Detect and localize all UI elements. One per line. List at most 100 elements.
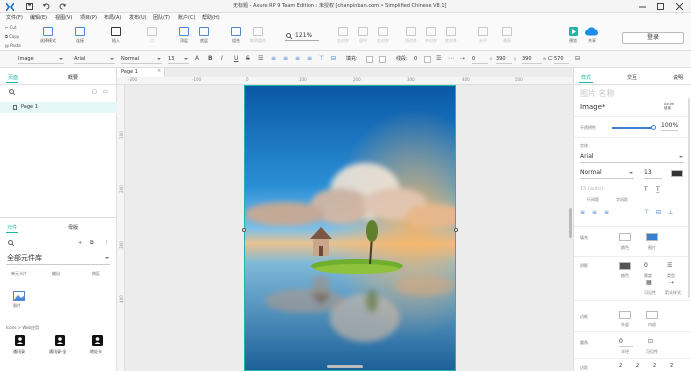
font-size-select[interactable]: 13 <box>168 55 189 64</box>
align-middle-button[interactable]: 中对齐 <box>421 26 441 46</box>
y-input[interactable]: 390 <box>496 55 512 64</box>
group-button[interactable]: 组合 <box>226 26 246 46</box>
bring-front-button[interactable]: 顶层 <box>174 26 194 46</box>
search-icon[interactable] <box>9 89 15 95</box>
justify-text-icon[interactable]: ≡ <box>307 55 312 63</box>
h-input[interactable]: 570 <box>554 55 569 64</box>
add-library-icon[interactable]: + <box>78 239 82 247</box>
valign-top-icon[interactable]: ⊤ <box>319 55 324 63</box>
stroke-color-swatch[interactable] <box>424 56 431 63</box>
paste-button[interactable]: ▤ Paste <box>5 44 21 48</box>
italic-icon[interactable]: I <box>221 55 223 63</box>
align-left-text-icon[interactable]: ≡ <box>271 55 276 63</box>
library-options-icon[interactable]: ⧉ <box>90 239 94 247</box>
fill-image-swatch[interactable] <box>646 233 658 241</box>
save-icon[interactable] <box>26 3 33 10</box>
valign-top-icon-right[interactable]: ⊤ <box>644 209 649 217</box>
font-style-select[interactable]: Normal <box>121 55 162 64</box>
align-center-text-icon[interactable]: ≡ <box>283 55 288 63</box>
tab-style[interactable]: 样式 <box>581 74 591 81</box>
shadow-type-icon[interactable]: ☰ <box>667 262 672 270</box>
close-icon[interactable] <box>676 3 683 10</box>
align-left-text-icon-right[interactable]: ≡ <box>580 209 585 217</box>
connect-button[interactable]: 连接 <box>70 26 90 46</box>
opacity-slider[interactable] <box>612 125 656 130</box>
undo-icon[interactable] <box>43 3 50 10</box>
widget-label[interactable]: 单元卡片 <box>11 272 27 276</box>
resize-handle-right[interactable] <box>454 228 458 232</box>
library-select[interactable]: 全部元件库 <box>6 254 110 265</box>
fill-color-swatch[interactable] <box>366 56 373 63</box>
add-folder-icon[interactable]: ▭ <box>103 88 108 96</box>
font-style-select-right[interactable]: Normal <box>580 169 634 179</box>
padding-top[interactable]: 2 <box>636 364 639 369</box>
radius-value[interactable]: 0 <box>619 339 633 347</box>
shadow-color-swatch[interactable] <box>619 262 631 270</box>
contact-full-widget[interactable]: 通讯录-全 <box>48 335 74 359</box>
select-mode-button[interactable]: 选择模式 <box>38 26 58 46</box>
align-right-text-icon-right[interactable]: ≡ <box>604 209 609 217</box>
stroke-pattern-icon[interactable]: ⋯ <box>448 55 454 63</box>
page-list-item[interactable]: Page 1 <box>0 102 117 113</box>
maximize-icon[interactable] <box>657 3 664 10</box>
font-color-swatch[interactable] <box>671 170 683 177</box>
radius-visibility-icon[interactable]: ⊡ <box>648 338 653 346</box>
menu-team[interactable]: 团队(T) <box>153 16 170 21</box>
copy-button[interactable]: ⧉ Copy <box>5 35 19 39</box>
distribute-v-button[interactable]: 垂直 <box>497 26 517 46</box>
align-top-button[interactable]: 顶对齐 <box>401 26 421 46</box>
cut-button[interactable]: ✂ Cut <box>5 26 17 30</box>
align-center-button[interactable]: 居中 <box>353 26 373 46</box>
redo-icon[interactable] <box>59 3 66 10</box>
tab-interactions[interactable]: 交互 <box>627 74 637 81</box>
text-shadow-icon[interactable]: T <box>644 186 648 194</box>
fill-shadow-swatch[interactable] <box>379 56 386 63</box>
ungroup-button[interactable]: 取消组合 <box>248 26 268 46</box>
visibility-icon[interactable]: ▦ <box>646 279 652 287</box>
right-panel-scrollbar[interactable] <box>688 98 690 298</box>
preview-button[interactable]: 预览 <box>563 26 583 46</box>
bullet-list-icon[interactable]: ☰ <box>258 55 263 63</box>
font-size-select-right[interactable]: 13 <box>644 169 662 179</box>
padding-left[interactable]: 2 <box>619 364 622 369</box>
fill-color-swatch-right[interactable] <box>619 233 631 241</box>
more-icon[interactable]: ⋮ <box>104 239 109 247</box>
contact-widget[interactable]: 通讯录 <box>10 335 32 359</box>
font-family-select[interactable]: Arial <box>74 55 115 64</box>
inner-border-swatch[interactable] <box>646 311 658 319</box>
share-button[interactable]: 共享 <box>582 26 602 46</box>
opacity-slider-thumb[interactable] <box>651 125 656 130</box>
menu-publish[interactable]: 发布(U) <box>129 16 147 21</box>
valign-bottom-icon-right[interactable]: ⊥ <box>668 209 673 217</box>
minimize-icon[interactable] <box>639 3 646 10</box>
send-back-button[interactable]: 底层 <box>194 26 214 46</box>
bold-icon[interactable]: B <box>208 55 213 63</box>
align-right-button[interactable]: 右对齐 <box>373 26 393 46</box>
arrow-style-icon-right[interactable]: ⇢ <box>669 279 674 287</box>
canvas-tab[interactable]: Page 1 × <box>117 68 165 77</box>
padding-bottom[interactable]: 2 <box>670 364 673 369</box>
tab-outline[interactable]: 概要 <box>68 74 78 81</box>
tab-pages[interactable]: 页面 <box>8 74 18 81</box>
widget-name-field[interactable]: 图片 名称 <box>580 90 615 98</box>
font-family-select-right[interactable]: Arial <box>580 153 684 163</box>
w-input[interactable]: 390 <box>522 55 542 64</box>
menu-view[interactable]: 视图(V) <box>55 16 72 21</box>
padding-right[interactable]: 2 <box>653 364 656 369</box>
distribute-h-button[interactable]: 水平 <box>473 26 493 46</box>
image-widget[interactable]: 图片 <box>12 291 26 311</box>
vertical-scrollbar[interactable] <box>569 208 572 238</box>
tab-masters[interactable]: 母版 <box>68 224 78 231</box>
canvas-image-widget[interactable] <box>244 85 456 371</box>
valign-middle-icon-right[interactable]: ⊟ <box>656 209 661 217</box>
menu-account[interactable]: 账户(C) <box>178 16 195 21</box>
zoom-control[interactable]: 121% <box>285 31 319 41</box>
menu-arrange[interactable]: 布局(A) <box>104 16 121 21</box>
outer-border-swatch[interactable] <box>619 311 631 319</box>
add-page-icon[interactable]: ▢ <box>92 88 97 96</box>
align-center-text-icon-right[interactable]: ≡ <box>592 209 597 217</box>
menu-edit[interactable]: 编辑(E) <box>30 16 47 21</box>
element-type-select[interactable]: Image <box>18 55 64 64</box>
menu-file[interactable]: 文件(F) <box>6 16 23 21</box>
widget-label[interactable]: 热区 <box>92 272 100 276</box>
